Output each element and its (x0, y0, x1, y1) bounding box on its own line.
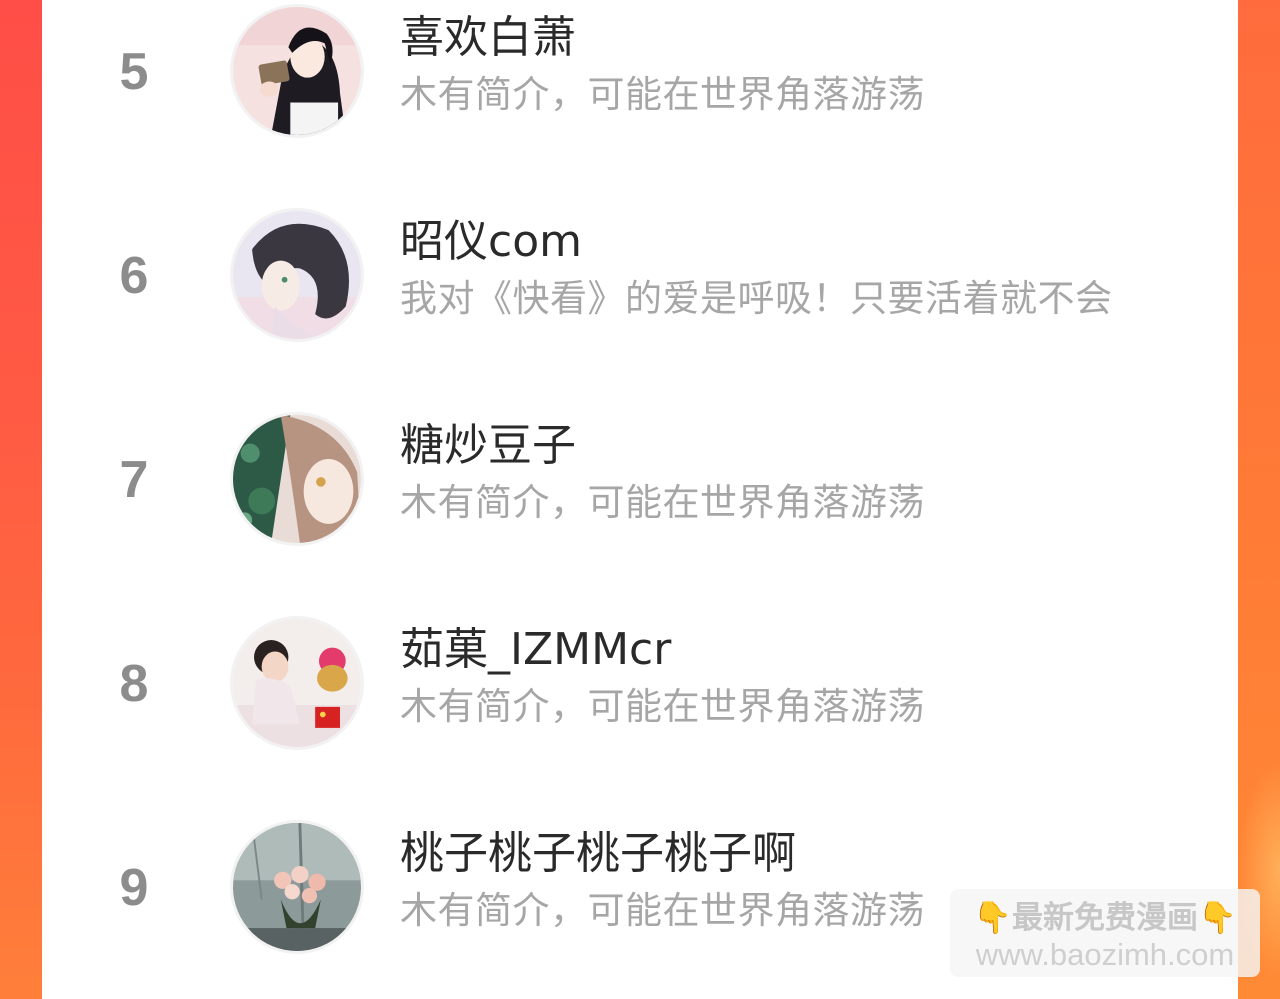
user-avatar[interactable] (230, 4, 364, 138)
user-intro: 木有简介，可能在世界角落游荡 (400, 73, 925, 116)
avatar-image (233, 823, 361, 951)
background-border-right (1238, 0, 1280, 999)
rank-number: 5 (119, 43, 149, 101)
pointing-down-icon: 👇 (1198, 900, 1237, 936)
watermark-text: 最新免费漫画 (1012, 900, 1198, 936)
user-intro: 木有简介，可能在世界角落游荡 (400, 481, 925, 524)
avatar-image (233, 211, 361, 339)
avatar-image (233, 415, 361, 543)
user-name[interactable]: 桃子桃子桃子桃子啊 (400, 826, 796, 882)
ranking-row[interactable]: 7 糖炒豆子 木有简介，可能在世界角落游荡 (42, 412, 1238, 572)
avatar-image (233, 619, 361, 747)
user-avatar[interactable] (230, 208, 364, 342)
rank-number: 7 (119, 451, 149, 509)
rank-number: 6 (119, 247, 149, 305)
user-intro: 木有简介，可能在世界角落游荡 (400, 889, 925, 932)
user-intro: 木有简介，可能在世界角落游荡 (400, 685, 925, 728)
user-avatar[interactable] (230, 412, 364, 546)
watermark-url: www.baozimh.com (975, 937, 1235, 972)
ranking-row[interactable]: 5 喜欢白萧 木有简介，可能在世界角落游荡 (42, 4, 1238, 164)
avatar-image (233, 7, 361, 135)
ranking-row[interactable]: 8 茹菓_IZMMcr 木有简介，可能在世界角落游荡 (42, 616, 1238, 776)
user-name[interactable]: 糖炒豆子 (400, 418, 576, 474)
rank-number: 9 (119, 859, 149, 917)
pointing-down-icon: 👇 (973, 900, 1012, 936)
watermark: 👇最新免费漫画👇 www.baozimh.com (950, 889, 1260, 977)
user-name[interactable]: 昭仪com (400, 214, 582, 270)
watermark-title: 👇最新免费漫画👇 (950, 899, 1260, 937)
rank-number: 8 (119, 655, 149, 713)
ranking-row[interactable]: 6 昭仪com 我对《快看》的爱是呼吸！只要活着就不会 (42, 208, 1238, 368)
user-avatar[interactable] (230, 616, 364, 750)
user-name[interactable]: 茹菓_IZMMcr (400, 622, 671, 678)
ranking-panel: 5 喜欢白萧 木有简介，可能在世界角落游荡 6 昭仪com 我对《快看》的爱是呼… (42, 0, 1238, 999)
ranking-list: 5 喜欢白萧 木有简介，可能在世界角落游荡 6 昭仪com 我对《快看》的爱是呼… (42, 0, 1238, 999)
user-name[interactable]: 喜欢白萧 (400, 10, 576, 66)
user-intro: 我对《快看》的爱是呼吸！只要活着就不会 (400, 277, 1113, 320)
user-avatar[interactable] (230, 820, 364, 954)
